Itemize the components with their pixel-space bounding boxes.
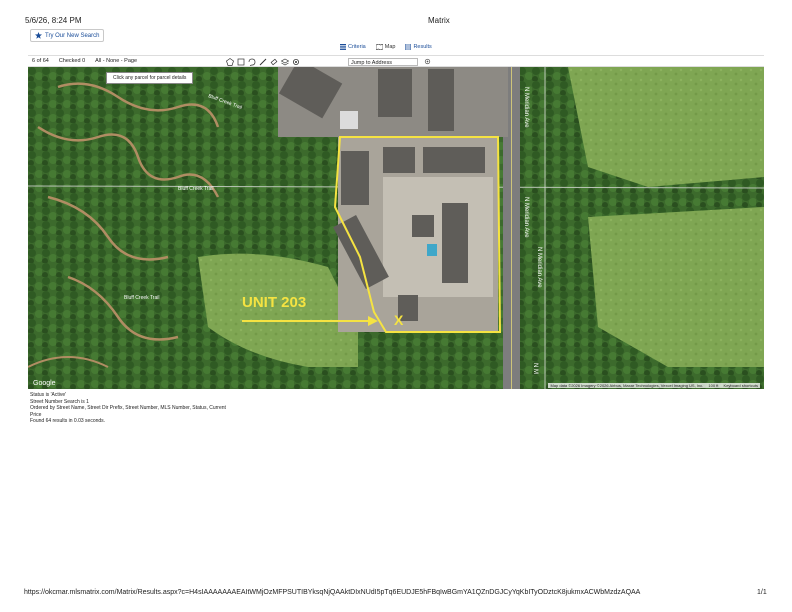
view-tabs: Criteria Map Results: [340, 44, 432, 50]
road-label-meridian-1: N Meridian Ave: [523, 197, 529, 238]
satellite-map[interactable]: UNIT 203 X N Meridian Ave N Meridian Ave…: [28, 67, 764, 389]
polygon-icon[interactable]: [226, 57, 234, 66]
tab-results-label: Results: [413, 44, 432, 50]
checked-count: Checked 0: [58, 58, 86, 64]
page-url: https://okcmar.mlsmatrix.com/Matrix/Resu…: [24, 589, 641, 596]
summary-line: Found 64 results in 0.03 seconds.: [30, 418, 106, 424]
print-title: Matrix: [428, 16, 450, 25]
tab-criteria[interactable]: Criteria: [340, 44, 366, 50]
trail-label-1: Bluff Creek Trail: [178, 186, 213, 192]
map-settings-gear-icon[interactable]: [424, 58, 431, 65]
results-toolbar: 6 of 64 Checked 0 All - None - Page Jump…: [28, 55, 764, 67]
select-all-none-page[interactable]: All - None - Page: [95, 58, 137, 64]
criteria-icon: [340, 44, 346, 50]
tab-map-label: Map: [384, 44, 396, 50]
road-label-meridian-3: N Meridian Ave: [523, 87, 529, 128]
try-new-search-button[interactable]: Try Our New Search: [30, 29, 105, 42]
unit-annotation: UNIT 203: [242, 294, 306, 311]
eraser-icon[interactable]: [270, 58, 278, 66]
google-logo: Google: [33, 380, 56, 387]
lasso-icon[interactable]: [248, 58, 256, 66]
star-icon: [35, 32, 42, 39]
map-scale: 100 ft: [708, 383, 719, 388]
road-label-meridian-4: N M: [532, 363, 538, 374]
attribution-text: Map data ©2026 Imagery ©2026 Airbus, Max…: [550, 383, 704, 388]
layers-icon[interactable]: [281, 58, 289, 66]
unit-marker: X: [394, 312, 404, 328]
tab-criteria-label: Criteria: [348, 44, 366, 50]
map-icon: [375, 44, 383, 50]
keyboard-shortcuts-link[interactable]: Keyboard shortcuts: [724, 383, 758, 388]
map-canvas[interactable]: UNIT 203 X N Meridian Ave N Meridian Ave…: [28, 67, 764, 389]
map-tools: [226, 56, 300, 67]
tab-results[interactable]: Results: [405, 44, 432, 50]
jump-to-address-input[interactable]: Jump to Address: [348, 57, 418, 66]
search-summary: Status is 'Active' Street Number Search …: [30, 392, 226, 425]
square-icon[interactable]: [237, 58, 245, 66]
try-new-search-label: Try Our New Search: [45, 32, 100, 39]
tab-map[interactable]: Map: [375, 44, 396, 50]
print-datetime: 5/6/26, 8:24 PM: [25, 16, 82, 25]
parcel-tooltip: Click any parcel for parcel details: [106, 72, 194, 84]
results-icon: [405, 44, 412, 50]
pen-icon[interactable]: [259, 58, 267, 66]
summary-line: Ordered by Street Name, Street Dir Prefi…: [30, 405, 226, 411]
trail-label-3: Bluff Creek Trail: [124, 295, 159, 301]
jump-to-address: Jump to Address: [348, 56, 431, 67]
settings-icon[interactable]: [292, 58, 300, 66]
road-label-meridian-2: N Meridian Ave: [536, 247, 542, 288]
map-attribution: Map data ©2026 Imagery ©2026 Airbus, Max…: [548, 383, 760, 388]
result-count: 6 of 64: [32, 58, 49, 64]
page-number: 1/1: [757, 589, 767, 596]
